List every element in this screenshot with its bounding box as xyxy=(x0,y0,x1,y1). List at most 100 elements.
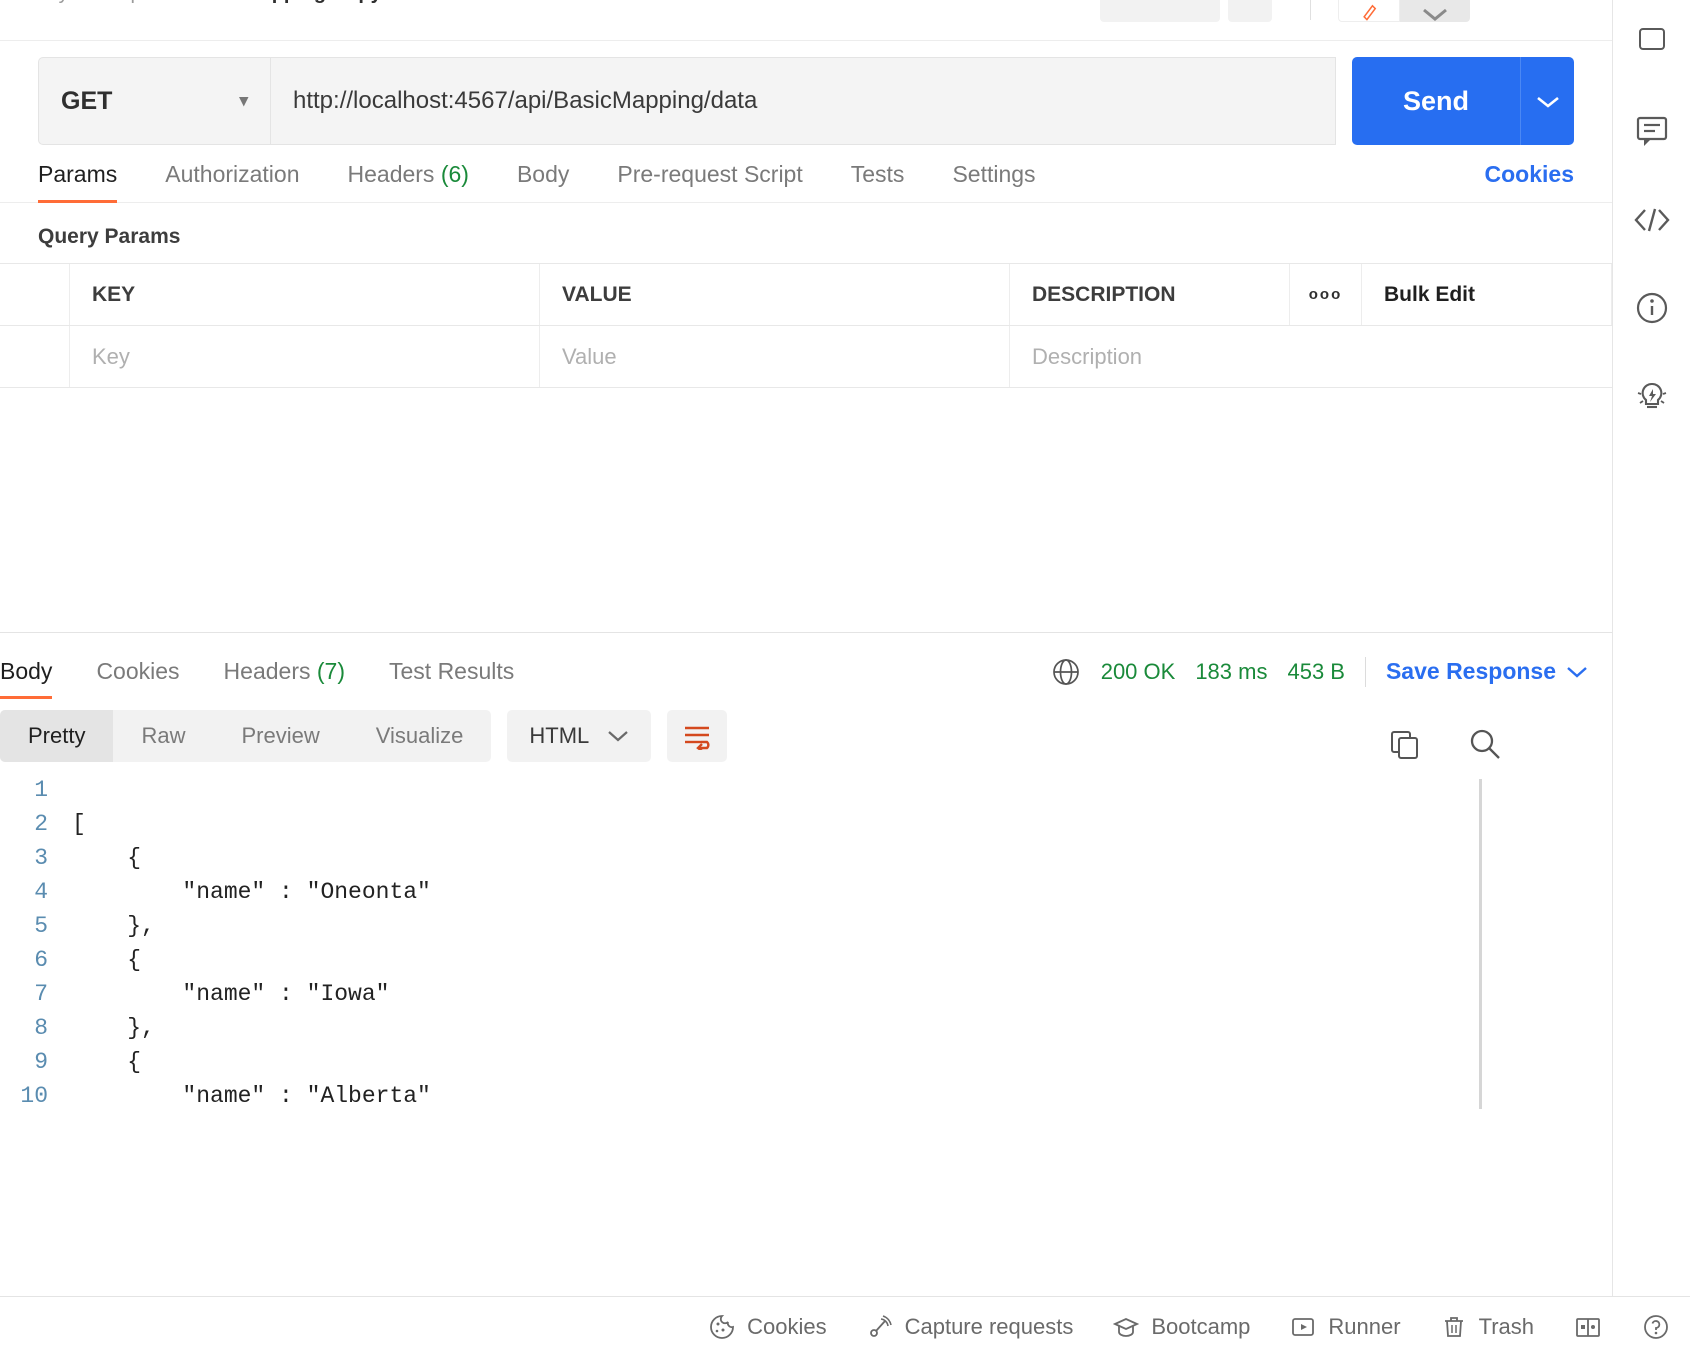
save-button[interactable] xyxy=(1100,0,1220,22)
response-format-value: HTML xyxy=(529,722,590,748)
postman-app-window: My Workspace / BasicMapping Copy GET xyxy=(0,0,1690,1356)
tab-tests[interactable]: Tests xyxy=(851,161,905,202)
word-wrap-icon xyxy=(685,726,710,750)
info-icon xyxy=(1636,292,1667,324)
view-mode-pretty[interactable]: Pretty xyxy=(0,709,114,762)
comment-icon xyxy=(1636,116,1667,146)
line-text: "name" : "Oneonta" xyxy=(72,878,431,905)
line-number: 1 xyxy=(34,776,48,803)
tab-label: Authorization xyxy=(165,161,300,187)
code-scrollbar[interactable] xyxy=(1479,778,1482,1109)
line-text: { xyxy=(72,946,142,973)
footer-help-button[interactable] xyxy=(1642,1313,1670,1341)
line-number: 7 xyxy=(34,980,48,1007)
query-params-table: KEY VALUE DESCRIPTION ooo Bulk Edit Key … xyxy=(0,263,1612,388)
search-button[interactable] xyxy=(1468,727,1502,761)
word-wrap-toggle[interactable] xyxy=(667,709,728,762)
toolbar-divider xyxy=(1310,0,1311,20)
code-line: 2[ xyxy=(0,807,1612,841)
footer-cookies-button[interactable]: Cookies xyxy=(709,1313,827,1340)
response-time: 183 ms xyxy=(1195,658,1268,684)
comment-button[interactable] xyxy=(1338,0,1400,22)
column-header-value: VALUE xyxy=(540,264,1010,325)
code-line: 6 { xyxy=(0,943,1612,977)
footer-capture-requests-button[interactable]: Capture requests xyxy=(867,1314,1073,1340)
response-tab-body[interactable]: Body xyxy=(0,657,53,699)
response-status-bar: 200 OK 183 ms 453 B Save Response xyxy=(1051,656,1588,687)
documentation-button[interactable] xyxy=(1613,264,1690,352)
http-method-value: GET xyxy=(61,86,113,115)
response-body-code[interactable]: 1 2[ 3 { 4 "name" : "Oneonta" 5 }, 6 { 7… xyxy=(0,773,1612,1356)
param-description-input[interactable]: Description xyxy=(1010,326,1612,387)
footer-trash-button[interactable]: Trash xyxy=(1441,1314,1534,1340)
tab-label: Headers xyxy=(223,657,311,684)
copy-button[interactable] xyxy=(1388,728,1420,760)
satellite-icon xyxy=(869,1314,892,1337)
panel-toggle-button[interactable] xyxy=(1613,0,1690,88)
cookie-icon xyxy=(710,1314,735,1339)
http-method-select[interactable]: GET ▾ xyxy=(38,57,270,145)
globe-icon xyxy=(1052,658,1079,685)
chevron-down-icon xyxy=(1423,8,1447,21)
tab-label: Settings xyxy=(952,161,1036,187)
main-column: My Workspace / BasicMapping Copy GET xyxy=(0,0,1612,1356)
param-key-input[interactable]: Key xyxy=(70,326,540,387)
code-line: 5 }, xyxy=(0,909,1612,943)
share-button[interactable] xyxy=(1400,0,1470,22)
tab-body[interactable]: Body xyxy=(517,161,569,202)
response-tab-test-results[interactable]: Test Results xyxy=(389,658,514,699)
save-dropdown-button[interactable] xyxy=(1228,0,1272,22)
tab-count: (7) xyxy=(316,657,345,684)
line-text: { xyxy=(72,1048,142,1075)
row-checkbox-gutter[interactable] xyxy=(0,326,70,387)
tab-params[interactable]: Params xyxy=(38,161,118,203)
code-snippet-button[interactable] xyxy=(1613,176,1690,264)
response-tab-headers[interactable]: Headers (7) xyxy=(224,658,345,699)
save-response-button[interactable]: Save Response xyxy=(1386,658,1588,685)
table-options-icon[interactable]: ooo xyxy=(1290,264,1362,325)
view-mode-raw[interactable]: Raw xyxy=(113,710,213,762)
footer-layout-toggle[interactable] xyxy=(1574,1314,1602,1340)
request-url-input[interactable]: http://localhost:4567/api/BasicMapping/d… xyxy=(270,57,1336,145)
footer-label: Runner xyxy=(1328,1313,1401,1339)
line-number: 8 xyxy=(34,1014,48,1041)
code-line: 4 "name" : "Oneonta" xyxy=(0,875,1612,909)
row-checkbox-gutter xyxy=(0,264,70,325)
cookies-link[interactable]: Cookies xyxy=(1485,161,1574,188)
response-size: 453 B xyxy=(1287,658,1345,684)
send-options-button[interactable] xyxy=(1520,57,1574,145)
send-button[interactable]: Send xyxy=(1352,57,1520,145)
bulk-edit-button[interactable]: Bulk Edit xyxy=(1362,264,1612,325)
search-icon xyxy=(1470,729,1500,759)
comments-button[interactable] xyxy=(1613,88,1690,176)
view-mode-preview[interactable]: Preview xyxy=(213,710,347,762)
tab-label: Cookies xyxy=(96,657,180,684)
response-view-mode-group: Pretty Raw Preview Visualize xyxy=(0,709,492,762)
status-code: 200 OK xyxy=(1100,658,1176,684)
tab-pre-request-script[interactable]: Pre-request Script xyxy=(617,161,802,202)
response-body-toolbar: Pretty Raw Preview Visualize HTML xyxy=(0,699,1612,773)
response-tab-cookies[interactable]: Cookies xyxy=(96,658,179,699)
code-line: 1 xyxy=(0,773,1612,807)
table-row: Key Value Description xyxy=(0,326,1612,388)
tab-settings[interactable]: Settings xyxy=(952,161,1035,202)
status-bar-footer: Cookies Capture requests Bootcamp Runner… xyxy=(0,1296,1690,1356)
line-number: 5 xyxy=(34,912,48,939)
mock-server-button[interactable] xyxy=(1613,352,1690,440)
tab-headers[interactable]: Headers (6) xyxy=(348,161,469,202)
response-format-select[interactable]: HTML xyxy=(507,709,652,762)
tab-label: Test Results xyxy=(389,657,515,684)
view-mode-visualize[interactable]: Visualize xyxy=(348,710,492,762)
lightbulb-icon xyxy=(1637,382,1666,409)
footer-runner-button[interactable]: Runner xyxy=(1290,1313,1401,1340)
tab-authorization[interactable]: Authorization xyxy=(165,161,299,202)
tab-label: Body xyxy=(0,657,53,684)
code-line: 8 }, xyxy=(0,1011,1612,1045)
line-text: "name" : "Iowa" xyxy=(72,980,390,1007)
footer-label: Cookies xyxy=(747,1313,827,1339)
footer-bootcamp-button[interactable]: Bootcamp xyxy=(1113,1314,1250,1340)
request-url-row: GET ▾ http://localhost:4567/api/BasicMap… xyxy=(0,41,1612,145)
param-value-input[interactable]: Value xyxy=(540,326,1010,387)
two-pane-layout-icon xyxy=(1576,1317,1600,1337)
code-line: 7 "name" : "Iowa" xyxy=(0,977,1612,1011)
